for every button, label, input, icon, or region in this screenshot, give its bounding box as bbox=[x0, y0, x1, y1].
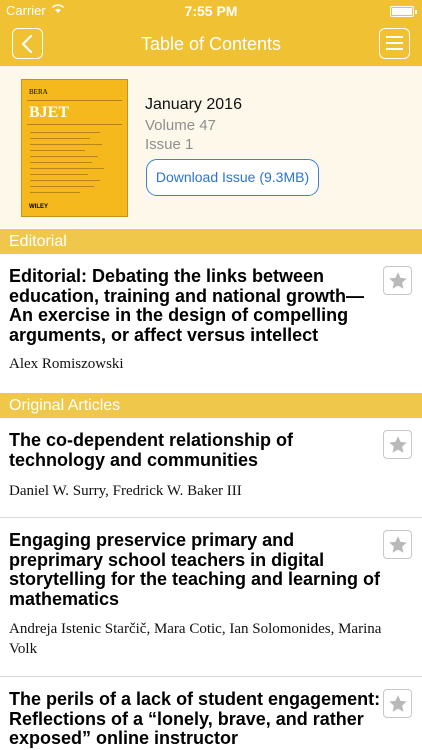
favorite-button[interactable] bbox=[383, 266, 412, 295]
cover-line bbox=[30, 138, 90, 139]
article-authors: Andreja Istenic Starčič, Mara Cotic, Ian… bbox=[9, 621, 382, 657]
article-title[interactable]: The perils of a lack of student engageme… bbox=[9, 689, 384, 749]
star-icon bbox=[389, 436, 407, 453]
cover-line bbox=[30, 192, 80, 193]
status-bar: Carrier 7:55 PM bbox=[0, 0, 422, 22]
favorite-button[interactable] bbox=[383, 430, 412, 459]
favorite-button[interactable] bbox=[383, 689, 412, 718]
issue-cover-image[interactable]: BERA BJET WILEY bbox=[21, 79, 128, 217]
issue-date: January 2016 bbox=[145, 96, 242, 113]
article-title[interactable]: Editorial: Debating the links between ed… bbox=[9, 266, 384, 345]
list-divider bbox=[0, 517, 422, 518]
article-title[interactable]: The co-dependent relationship of technol… bbox=[9, 430, 384, 470]
cover-rule bbox=[27, 100, 122, 101]
page-title: Table of Contents bbox=[140, 34, 282, 54]
cover-line bbox=[30, 168, 104, 169]
download-issue-button[interactable]: Download Issue (9.3MB) bbox=[146, 159, 319, 196]
star-icon bbox=[389, 695, 407, 712]
cover-line bbox=[30, 174, 88, 175]
list-divider bbox=[0, 676, 422, 677]
favorite-button[interactable] bbox=[383, 530, 412, 559]
cover-rule bbox=[27, 124, 122, 125]
cover-imprint: WILEY bbox=[29, 204, 48, 210]
issue-info: BERA BJET WILEY bbox=[0, 66, 422, 228]
issue-number: Issue 1 bbox=[145, 136, 194, 153]
cover-journal-abbrev: BJET bbox=[29, 104, 70, 121]
cover-line bbox=[30, 156, 98, 157]
section-header-original-articles: Original Articles bbox=[0, 393, 422, 418]
menu-button[interactable] bbox=[379, 28, 410, 59]
star-icon bbox=[389, 536, 407, 553]
cover-line bbox=[30, 144, 102, 145]
hamburger-icon bbox=[386, 36, 403, 38]
cover-line bbox=[30, 150, 85, 151]
section-header-editorial: Editorial bbox=[0, 229, 422, 254]
cover-publisher-mark: BERA bbox=[29, 88, 48, 96]
cover-line bbox=[30, 132, 100, 133]
issue-volume: Volume 47 bbox=[145, 117, 216, 134]
cover-line bbox=[30, 180, 100, 181]
cover-line bbox=[30, 162, 92, 163]
battery-icon bbox=[390, 6, 417, 17]
hamburger-line bbox=[386, 48, 403, 50]
cover-line bbox=[30, 186, 94, 187]
article-title[interactable]: Engaging preservice primary and preprima… bbox=[9, 530, 384, 609]
navigation-bar: Carrier 7:55 PM Table of Contents bbox=[0, 0, 422, 66]
star-icon bbox=[389, 272, 407, 289]
status-time: 7:55 PM bbox=[184, 3, 238, 19]
article-authors: Alex Romiszowski bbox=[9, 356, 124, 372]
hamburger-line bbox=[386, 42, 403, 44]
article-authors: Daniel W. Surry, Fredrick W. Baker III bbox=[9, 483, 242, 499]
